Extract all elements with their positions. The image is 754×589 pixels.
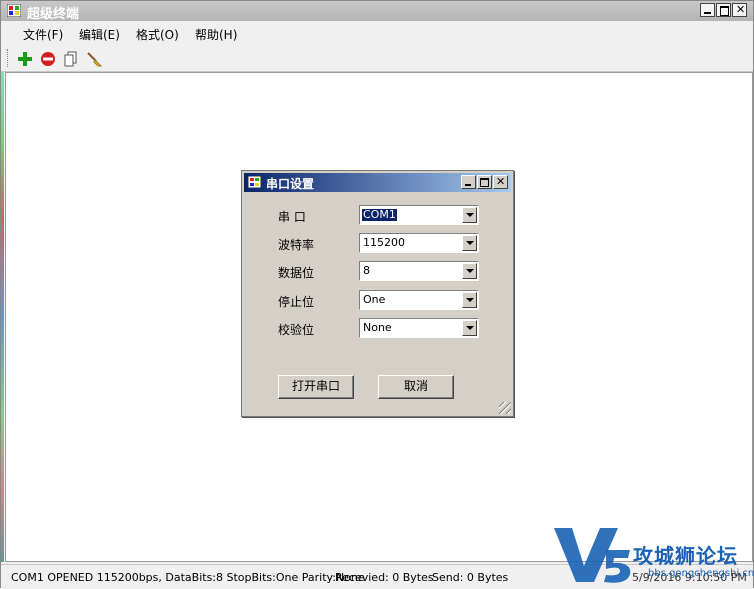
status-connection: COM1 OPENED 115200bps, DataBits:8 StopBi… bbox=[11, 571, 365, 584]
watermark-text: 攻城狮论坛 bbox=[633, 544, 738, 568]
chevron-down-icon[interactable] bbox=[462, 235, 477, 251]
menu-edit[interactable]: 编辑(E) bbox=[79, 26, 120, 43]
chevron-down-icon[interactable] bbox=[462, 320, 477, 336]
chevron-down-icon[interactable] bbox=[462, 263, 477, 279]
close-button[interactable]: ✕ bbox=[732, 3, 747, 17]
minimize-icon bbox=[465, 184, 471, 186]
serial-settings-dialog: 串口设置 ✕ 串 口 COM1 波特率 115200 数据位 8 停止位 One… bbox=[241, 170, 514, 417]
open-port-button[interactable]: 打开串口 bbox=[278, 375, 354, 399]
port-value: COM1 bbox=[362, 208, 397, 221]
data-bits-value: 8 bbox=[363, 264, 370, 277]
status-received: Recevied: 0 Bytes bbox=[335, 571, 434, 584]
clear-icon[interactable] bbox=[86, 51, 102, 67]
status-send: Send: 0 Bytes bbox=[432, 571, 509, 584]
window-title: 超级终端 bbox=[27, 7, 80, 22]
dialog-title-bar[interactable]: 串口设置 ✕ bbox=[244, 173, 511, 192]
menu-bar: 文件(F) 编辑(E) 格式(O) 帮助(H) bbox=[1, 22, 753, 44]
stop-bits-select[interactable]: One bbox=[359, 290, 479, 310]
dialog-maximize-button[interactable] bbox=[477, 175, 492, 189]
menu-file[interactable]: 文件(F) bbox=[23, 26, 63, 43]
chevron-down-icon[interactable] bbox=[462, 292, 477, 308]
add-icon[interactable] bbox=[17, 51, 33, 67]
chevron-down-icon[interactable] bbox=[462, 207, 477, 223]
maximize-icon bbox=[720, 6, 729, 16]
baud-rate-value: 115200 bbox=[363, 236, 405, 249]
resize-grip[interactable] bbox=[499, 402, 511, 414]
data-bits-label: 数据位 bbox=[278, 266, 315, 280]
toolbar bbox=[1, 45, 753, 72]
data-bits-select[interactable]: 8 bbox=[359, 261, 479, 281]
maximize-button[interactable] bbox=[716, 3, 731, 17]
dialog-app-icon bbox=[248, 176, 261, 188]
close-icon: ✕ bbox=[496, 175, 506, 188]
minimize-button[interactable] bbox=[700, 3, 715, 17]
port-select[interactable]: COM1 bbox=[359, 205, 479, 225]
parity-select[interactable]: None bbox=[359, 318, 479, 338]
remove-icon[interactable] bbox=[40, 51, 56, 67]
minimize-icon bbox=[704, 12, 711, 14]
dialog-minimize-button[interactable] bbox=[461, 175, 476, 189]
baud-rate-select[interactable]: 115200 bbox=[359, 233, 479, 253]
maximize-icon bbox=[480, 178, 489, 187]
port-label: 串 口 bbox=[278, 210, 306, 224]
app-icon bbox=[7, 4, 21, 17]
parity-value: None bbox=[363, 321, 392, 334]
parity-label: 校验位 bbox=[278, 323, 315, 337]
toolbar-grip[interactable] bbox=[7, 49, 10, 67]
menu-format[interactable]: 格式(O) bbox=[136, 26, 179, 43]
close-icon: ✕ bbox=[736, 3, 746, 16]
copy-icon[interactable] bbox=[63, 51, 79, 67]
stop-bits-label: 停止位 bbox=[278, 295, 315, 309]
stop-bits-value: One bbox=[363, 293, 386, 306]
cancel-button[interactable]: 取消 bbox=[378, 375, 454, 399]
left-edge-strip bbox=[1, 72, 4, 562]
baud-rate-label: 波特率 bbox=[278, 238, 315, 252]
dialog-close-button[interactable]: ✕ bbox=[493, 175, 508, 189]
watermark-url: bbs.gongchengshi.cn bbox=[648, 568, 754, 579]
dialog-title: 串口设置 bbox=[266, 177, 315, 191]
title-bar[interactable]: 超级终端 ✕ bbox=[1, 1, 753, 22]
menu-help[interactable]: 帮助(H) bbox=[195, 26, 237, 43]
